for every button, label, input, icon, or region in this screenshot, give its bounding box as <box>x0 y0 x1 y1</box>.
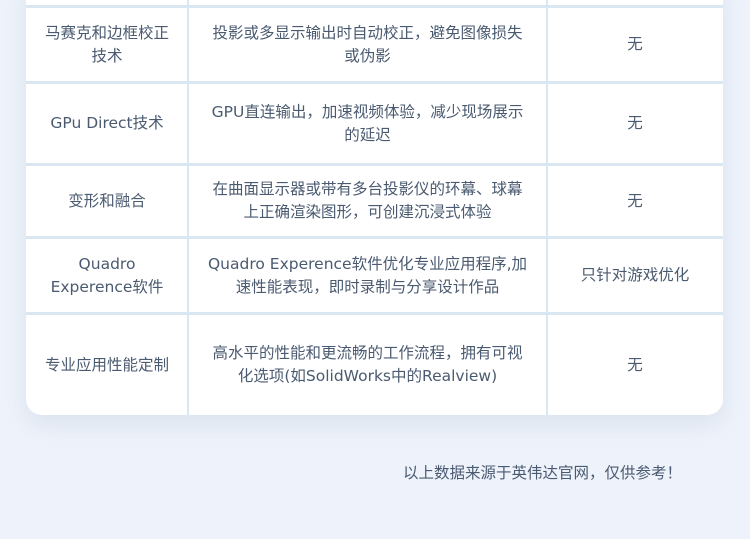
feature-cell: GPu Direct技术 <box>50 114 164 132</box>
feature-cell: 变形和融合 <box>68 191 146 210</box>
description-cell: Quadro Experence软件优化专业应用程序,加速性能表现，即时录制与分… <box>207 254 528 296</box>
comparison-cell: 无 <box>627 114 643 132</box>
table-row: Quadro Experence软件 Quadro Experence软件优化专… <box>26 239 723 312</box>
table-row: 变形和融合 在曲面显示器或带有多台投影仪的环幕、球幕上正确渲染图形，可创建沉浸式… <box>26 166 723 236</box>
description-cell: 在曲面显示器或带有多台投影仪的环幕、球幕上正确渲染图形，可创建沉浸式体验 <box>212 180 523 221</box>
description-cell: GPU直连输出，加速视频体验，减少现场展示的延迟 <box>211 102 524 144</box>
source-note: 以上数据来源于英伟达官网，仅供参考！ <box>402 464 682 482</box>
comparison-cell: 无 <box>627 355 643 374</box>
comparison-cell: 只针对游戏优化 <box>580 266 690 284</box>
comparison-cell: 无 <box>627 35 643 53</box>
table-row: GPu Direct技术 GPU直连输出，加速视频体验，减少现场展示的延迟 无 <box>26 84 723 163</box>
feature-cell: 马赛克和边框校正技术 <box>44 23 169 65</box>
description-cell: 投影或多显示输出时自动校正，避免图像损失或伪影 <box>212 23 523 65</box>
comparison-cell: 无 <box>627 191 643 210</box>
table-row: 专业应用性能定制 高水平的性能和更流畅的工作流程，拥有可视化选项(如SolidW… <box>26 315 723 415</box>
table-row: 马赛克和边框校正技术 投影或多显示输出时自动校正，避免图像损失或伪影 无 <box>26 8 723 81</box>
feature-cell: Quadro Experence软件 <box>50 254 164 296</box>
feature-cell: 专业应用性能定制 <box>44 355 169 374</box>
description-cell: 高水平的性能和更流畅的工作流程，拥有可视化选项(如SolidWorks中的Rea… <box>212 344 523 385</box>
comparison-table: 马赛克和边框校正技术 投影或多显示输出时自动校正，避免图像损失或伪影 无 GPu… <box>26 0 723 415</box>
